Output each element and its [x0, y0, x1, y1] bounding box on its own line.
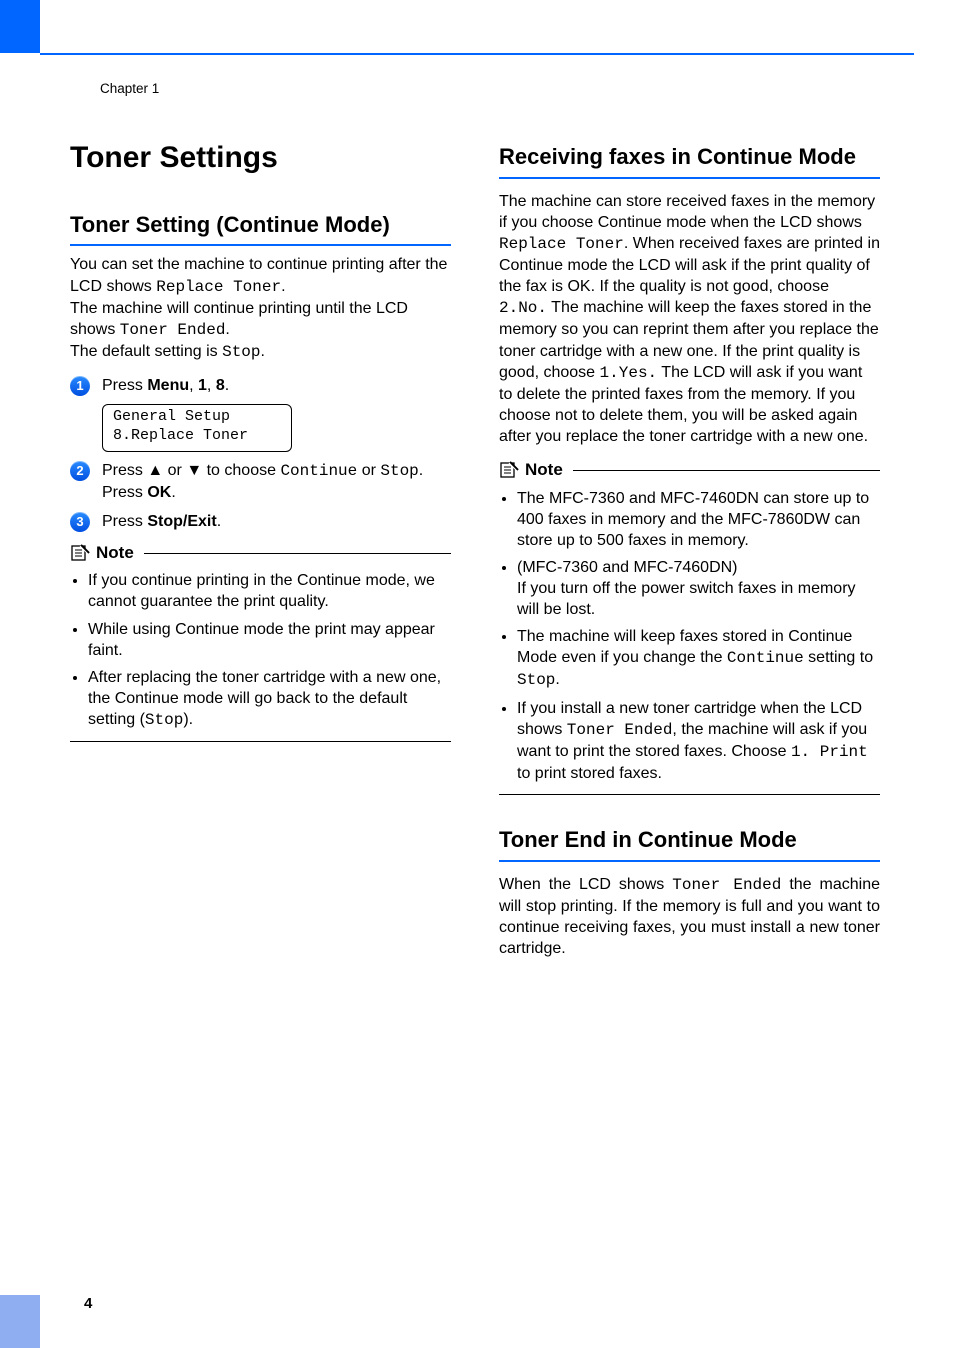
- text: .: [217, 513, 221, 530]
- text: or: [357, 462, 380, 479]
- lcd-line-1: General Setup: [113, 408, 281, 427]
- note-label: Note: [525, 459, 563, 481]
- text: Press: [102, 462, 147, 479]
- text: or: [163, 462, 186, 479]
- code-text: Toner Ended: [120, 321, 226, 339]
- note-head-rule: [144, 553, 451, 554]
- step-body: Press Menu, 1, 8. General Setup 8.Replac…: [102, 375, 451, 452]
- lcd-line-2: 8.Replace Toner: [113, 427, 281, 446]
- note-item: While using Continue mode the print may …: [88, 619, 449, 661]
- text: .: [225, 377, 229, 394]
- step-2: 2 Press ▲ or ▼ to choose Continue or Sto…: [70, 460, 451, 503]
- code-text: 1. Print: [791, 743, 868, 761]
- code-text: Stop: [380, 462, 418, 480]
- text: Press: [102, 377, 147, 394]
- text: to choose: [202, 462, 280, 479]
- paragraph: The machine can store received faxes in …: [499, 191, 880, 447]
- key-1: 1: [198, 377, 207, 394]
- code-text: Stop: [517, 671, 555, 689]
- note-bottom-rule: [499, 794, 880, 795]
- text: .: [225, 321, 229, 338]
- code-text: 2.No.: [499, 299, 547, 317]
- key-stop-exit: Stop/Exit: [147, 513, 216, 530]
- header-rule: [40, 53, 914, 55]
- note-heading: Note: [499, 459, 880, 481]
- note-bottom-rule: [70, 741, 451, 742]
- paragraph: When the LCD shows Toner Ended the machi…: [499, 874, 880, 959]
- code-text: Replace Toner: [499, 235, 624, 253]
- up-arrow-icon: ▲: [147, 462, 163, 479]
- text: .: [419, 462, 423, 479]
- text: Press: [102, 513, 147, 530]
- text: .: [261, 343, 265, 360]
- text: .: [281, 278, 285, 295]
- note-item: The machine will keep faxes stored in Co…: [517, 626, 878, 691]
- chapter-header: Chapter 1: [100, 80, 159, 98]
- code-text: Stop: [222, 343, 260, 361]
- text: to print stored faxes.: [517, 765, 662, 782]
- down-arrow-icon: ▼: [186, 462, 202, 479]
- note-list: The MFC-7360 and MFC-7460DN can store up…: [499, 488, 880, 784]
- section-title-toner-end: Toner End in Continue Mode: [499, 827, 880, 862]
- note-icon: [499, 460, 519, 480]
- lcd-display: General Setup 8.Replace Toner: [102, 404, 292, 452]
- text: ,: [189, 377, 198, 394]
- code-text: Replace Toner: [156, 278, 281, 296]
- step-body: Press Stop/Exit.: [102, 511, 451, 532]
- key-ok: OK: [147, 484, 171, 501]
- step-body: Press ▲ or ▼ to choose Continue or Stop.…: [102, 460, 451, 503]
- note-head-rule: [573, 470, 880, 471]
- note-item: If you install a new toner cartridge whe…: [517, 698, 878, 784]
- step-3: 3 Press Stop/Exit.: [70, 511, 451, 532]
- text: (MFC-7360 and MFC-7460DN): [517, 559, 738, 576]
- code-text: Stop: [145, 711, 183, 729]
- code-text: Toner Ended: [672, 876, 781, 894]
- section-title-receiving-faxes: Receiving faxes in Continue Mode: [499, 144, 880, 179]
- code-text: Continue: [280, 462, 357, 480]
- accent-strip-top: [0, 0, 40, 53]
- text: .: [555, 671, 559, 688]
- text: When the LCD shows: [499, 876, 672, 893]
- note-icon: [70, 543, 90, 563]
- page-number: 4: [84, 1294, 92, 1314]
- note-item: If you continue printing in the Continue…: [88, 570, 449, 612]
- text: ,: [207, 377, 216, 394]
- note-label: Note: [96, 542, 134, 564]
- note-item: The MFC-7360 and MFC-7460DN can store up…: [517, 488, 878, 551]
- note-list: If you continue printing in the Continue…: [70, 570, 451, 731]
- text: setting to: [804, 649, 873, 666]
- page-title: Toner Settings: [70, 138, 451, 178]
- code-text: 1.Yes.: [600, 364, 658, 382]
- text: The machine can store received faxes in …: [499, 193, 875, 231]
- text: Press: [102, 484, 147, 501]
- note-item: After replacing the toner cartridge with…: [88, 667, 449, 731]
- text: After replacing the toner cartridge with…: [88, 669, 441, 728]
- text: .: [171, 484, 175, 501]
- note-item: (MFC-7360 and MFC-7460DN) If you turn of…: [517, 557, 878, 620]
- note-block-right: Note The MFC-7360 and MFC-7460DN can sto…: [499, 459, 880, 795]
- key-8: 8: [216, 377, 225, 394]
- step-badge-3: 3: [70, 512, 90, 532]
- text: The default setting is: [70, 343, 222, 360]
- section-title-toner-setting: Toner Setting (Continue Mode): [70, 212, 451, 247]
- step-badge-1: 1: [70, 376, 90, 396]
- note-block-left: Note If you continue printing in the Con…: [70, 542, 451, 742]
- content-columns: Toner Settings Toner Setting (Continue M…: [70, 138, 880, 971]
- note-heading: Note: [70, 542, 451, 564]
- key-menu: Menu: [147, 377, 189, 394]
- step-1: 1 Press Menu, 1, 8. General Setup 8.Repl…: [70, 375, 451, 452]
- code-text: Toner Ended: [567, 721, 673, 739]
- step-badge-2: 2: [70, 461, 90, 481]
- code-text: Continue: [727, 649, 804, 667]
- right-column: Receiving faxes in Continue Mode The mac…: [499, 138, 880, 971]
- accent-strip-bottom: [0, 1295, 40, 1348]
- intro-paragraph: You can set the machine to continue prin…: [70, 254, 451, 363]
- left-column: Toner Settings Toner Setting (Continue M…: [70, 138, 451, 971]
- text: If you turn off the power switch faxes i…: [517, 580, 856, 618]
- text: ).: [183, 711, 193, 728]
